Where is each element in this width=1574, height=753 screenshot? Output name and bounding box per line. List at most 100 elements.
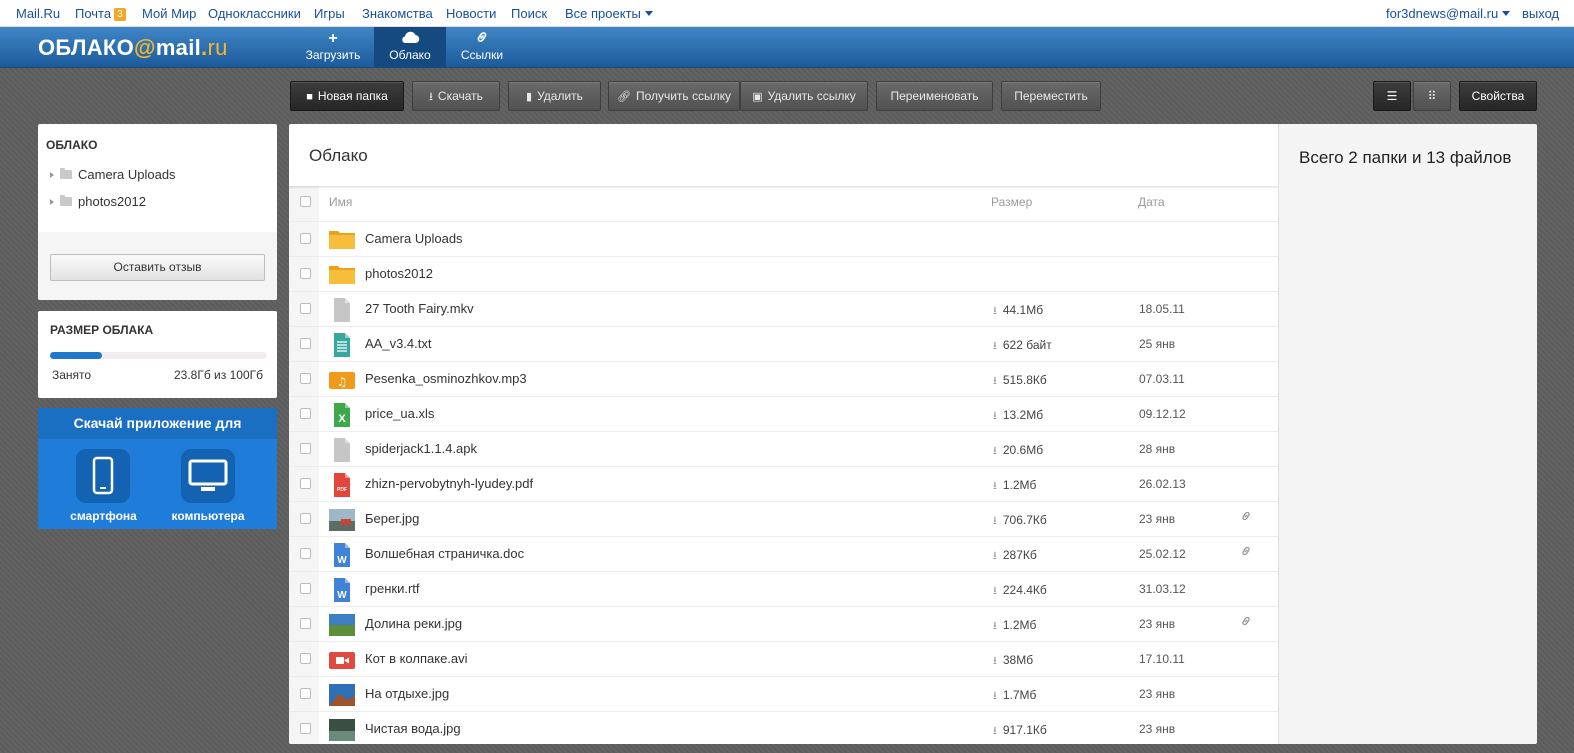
smartphone-app-link[interactable]: [76, 449, 130, 503]
file-size: ⭳ 1.2Мб: [993, 477, 1036, 496]
file-name[interactable]: Кот в колпаке.avi: [365, 651, 468, 666]
row-checkbox[interactable]: [300, 688, 311, 699]
download-button[interactable]: ⭳ Скачать: [412, 81, 500, 111]
table-row[interactable]: Долина реки.jpg ⭳ 1.2Мб 23 янв: [289, 606, 1278, 641]
portal-link-games[interactable]: Игры: [314, 6, 345, 21]
portal-link-search[interactable]: Поиск: [511, 6, 547, 21]
row-checkbox[interactable]: [300, 443, 311, 454]
file-name[interactable]: Долина реки.jpg: [365, 616, 462, 631]
column-header-size[interactable]: Размер: [991, 195, 1032, 209]
portal-link-dating[interactable]: Знакомства: [362, 6, 433, 21]
table-row[interactable]: photos2012: [289, 256, 1278, 291]
select-all-checkbox[interactable]: [300, 196, 311, 207]
download-icon[interactable]: ⭳: [993, 302, 997, 321]
row-checkbox[interactable]: [300, 618, 311, 629]
download-icon[interactable]: ⭳: [993, 617, 997, 636]
nav-cloud[interactable]: Облако: [374, 27, 446, 68]
column-header-name[interactable]: Имя: [329, 195, 352, 209]
table-row[interactable]: 27 Tooth Fairy.mkv ⭳ 44.1Мб 18.05.11: [289, 291, 1278, 326]
row-checkbox[interactable]: [300, 723, 311, 734]
expand-arrow-icon[interactable]: [50, 199, 54, 205]
row-checkbox[interactable]: [300, 478, 311, 489]
file-name[interactable]: zhizn-pervobytnyh-lyudey.pdf: [365, 476, 533, 491]
delete-button[interactable]: ▮ Удалить: [508, 81, 601, 111]
portal-link-mailru[interactable]: Mail.Ru: [16, 6, 60, 21]
table-row[interactable]: Чистая вода.jpg ⭳ 917.1Кб 23 янв: [289, 711, 1278, 744]
feedback-button[interactable]: Оставить отзыв: [50, 254, 265, 281]
download-icon[interactable]: ⭳: [993, 442, 997, 461]
row-checkbox[interactable]: [300, 408, 311, 419]
table-row[interactable]: Берег.jpg ⭳ 706.7Кб 23 янв: [289, 501, 1278, 536]
table-row[interactable]: Wгренки.rtf ⭳ 224.4Кб 31.03.12: [289, 571, 1278, 606]
download-icon[interactable]: ⭳: [993, 512, 997, 531]
portal-link-all-projects[interactable]: Все проекты: [565, 6, 653, 21]
row-checkbox[interactable]: [300, 548, 311, 559]
file-name[interactable]: Волшебная страничка.doc: [365, 546, 524, 561]
file-name[interactable]: AA_v3.4.txt: [365, 336, 431, 351]
row-checkbox[interactable]: [300, 303, 311, 314]
app-phone-label[interactable]: смартфона: [66, 509, 141, 523]
download-icon[interactable]: ⭳: [993, 582, 997, 601]
file-name[interactable]: Pesenka_osminozhkov.mp3: [365, 371, 527, 386]
row-checkbox[interactable]: [300, 653, 311, 664]
logo[interactable]: ОБЛАКО@mail.ru: [38, 35, 228, 61]
download-icon[interactable]: ⭳: [993, 372, 997, 391]
nav-links[interactable]: Ссылки: [446, 27, 518, 68]
nav-upload[interactable]: + Загрузить: [300, 27, 366, 68]
column-header-date[interactable]: Дата: [1138, 195, 1165, 209]
portal-link-news[interactable]: Новости: [446, 6, 496, 21]
table-row[interactable]: AA_v3.4.txt ⭳ 622 байт 25 янв: [289, 326, 1278, 361]
shared-link-icon[interactable]: [1240, 545, 1252, 560]
file-name[interactable]: На отдыхе.jpg: [365, 686, 449, 701]
file-name[interactable]: spiderjack1.1.4.apk: [365, 441, 477, 456]
row-checkbox[interactable]: [300, 233, 311, 244]
row-checkbox[interactable]: [300, 338, 311, 349]
properties-button[interactable]: Свойства: [1459, 81, 1537, 111]
download-icon[interactable]: ⭳: [993, 652, 997, 671]
file-name[interactable]: гренки.rtf: [365, 581, 420, 596]
app-pc-label[interactable]: компьютера: [166, 509, 250, 523]
table-row[interactable]: spiderjack1.1.4.apk ⭳ 20.6Мб 28 янв: [289, 431, 1278, 466]
portal-link-ok[interactable]: Одноклассники: [208, 6, 301, 21]
download-icon[interactable]: ⭳: [993, 477, 997, 496]
download-icon[interactable]: ⭳: [993, 722, 997, 741]
download-icon[interactable]: ⭳: [993, 547, 997, 566]
row-checkbox[interactable]: [300, 268, 311, 279]
file-name[interactable]: Camera Uploads: [365, 231, 463, 246]
user-menu[interactable]: for3dnews@mail.ru: [1386, 6, 1511, 21]
expand-arrow-icon[interactable]: [50, 172, 54, 178]
row-checkbox[interactable]: [300, 373, 311, 384]
table-row[interactable]: Кот в колпаке.avi ⭳ 38Мб 17.10.11: [289, 641, 1278, 676]
get-link-button[interactable]: 🔗︎ Получить ссылку: [608, 81, 740, 111]
logout-link[interactable]: выход: [1522, 6, 1559, 21]
table-row[interactable]: ♫ Pesenka_osminozhkov.mp3 ⭳ 515.8Кб 07.03.11: [289, 361, 1278, 396]
table-row[interactable]: Xprice_ua.xls ⭳ 13.2Мб 09.12.12: [289, 396, 1278, 431]
new-folder-button[interactable]: ■ Новая папка: [290, 81, 404, 111]
file-name[interactable]: 27 Tooth Fairy.mkv: [365, 301, 474, 316]
delete-link-button[interactable]: ▣ Удалить ссылку: [740, 81, 868, 111]
download-icon[interactable]: ⭳: [993, 337, 997, 356]
portal-link-mail[interactable]: Почта 3: [75, 6, 126, 21]
tree-item-photos2012[interactable]: photos2012: [50, 194, 146, 209]
grid-view-button[interactable]: ⠿: [1413, 81, 1451, 111]
rename-button[interactable]: Переименовать: [876, 81, 993, 111]
table-row[interactable]: PDF zhizn-pervobytnyh-lyudey.pdf ⭳ 1.2Мб 26.…: [289, 466, 1278, 501]
download-icon[interactable]: ⭳: [993, 407, 997, 426]
computer-app-link[interactable]: [181, 449, 235, 503]
table-row[interactable]: На отдыхе.jpg ⭳ 1.7Мб 23 янв: [289, 676, 1278, 711]
row-checkbox[interactable]: [300, 583, 311, 594]
shared-link-icon[interactable]: [1240, 510, 1252, 525]
download-icon[interactable]: ⭳: [993, 687, 997, 706]
move-button[interactable]: Переместить: [1001, 81, 1101, 111]
portal-link-moimir[interactable]: Мой Мир: [142, 6, 196, 21]
shared-link-icon[interactable]: [1240, 615, 1252, 630]
file-name[interactable]: price_ua.xls: [365, 406, 434, 421]
file-name[interactable]: photos2012: [365, 266, 433, 281]
table-row[interactable]: W Волшебная страничка.doc ⭳ 287Кб 25.02.12: [289, 536, 1278, 571]
tree-item-camera-uploads[interactable]: Camera Uploads: [50, 167, 176, 182]
list-view-button[interactable]: ☰: [1373, 81, 1411, 111]
row-checkbox[interactable]: [300, 513, 311, 524]
file-name[interactable]: Берег.jpg: [365, 511, 419, 526]
file-name[interactable]: Чистая вода.jpg: [365, 721, 461, 736]
table-row[interactable]: Camera Uploads: [289, 221, 1278, 256]
